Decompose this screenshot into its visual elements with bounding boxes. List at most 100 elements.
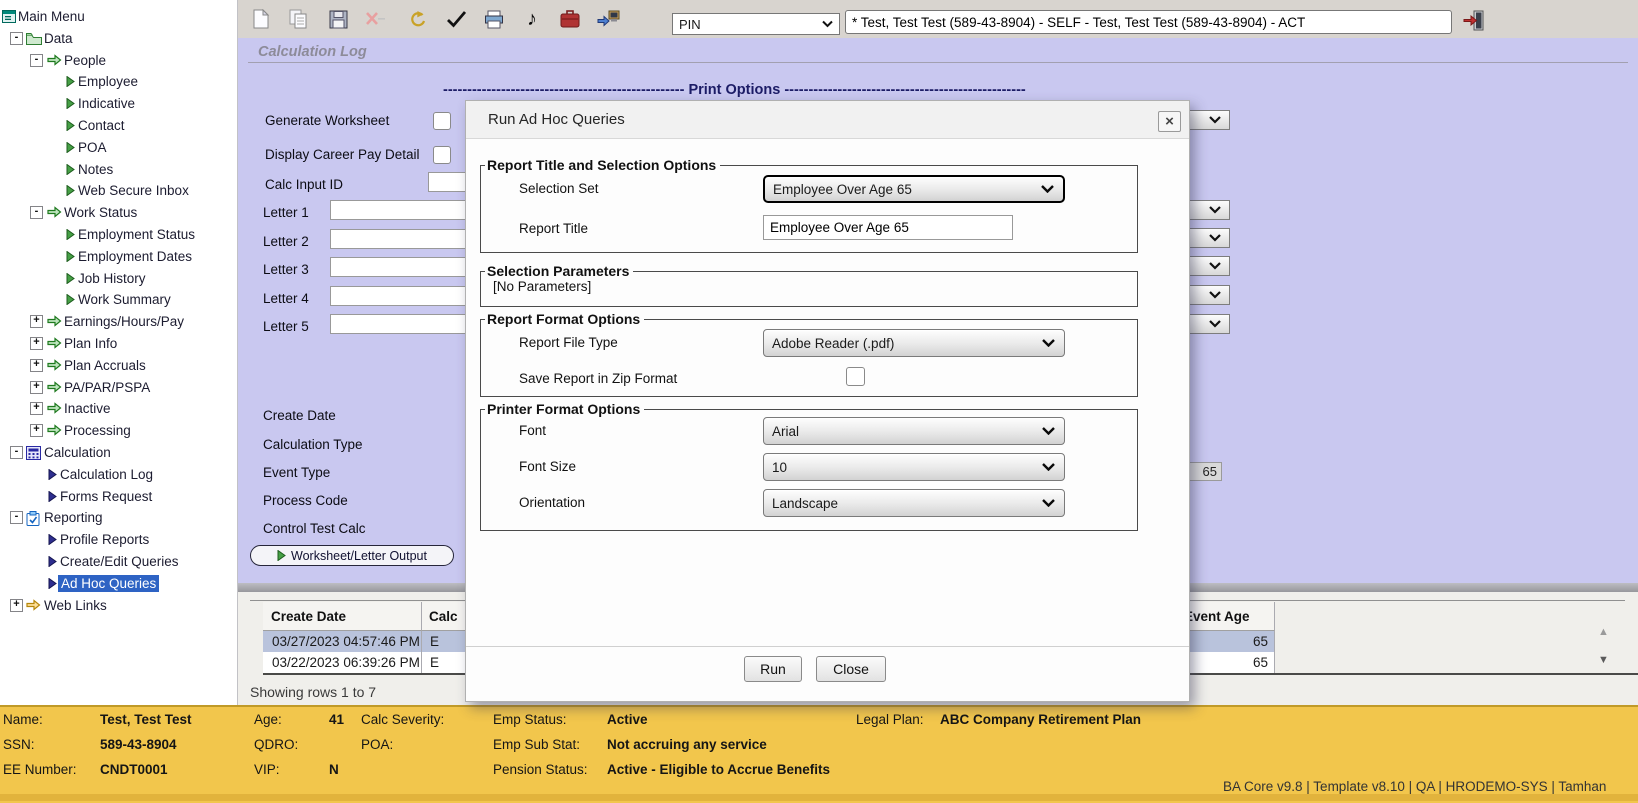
tree-item-employment-dates[interactable]: Employment Dates [0, 248, 237, 267]
expand-toggle[interactable]: + [10, 599, 23, 612]
tree-item-notes[interactable]: Notes [0, 161, 237, 180]
validate-button[interactable] [443, 6, 469, 32]
delete-icon [365, 11, 387, 27]
jump-arrow-icon [47, 359, 62, 374]
collapse-toggle[interactable]: - [10, 511, 23, 524]
tree-item-inactive[interactable]: + Inactive [0, 400, 237, 419]
briefcase-icon [560, 10, 580, 28]
ssn-value: 589-43-8904 [100, 737, 177, 752]
record-type-value: PIN [679, 17, 701, 32]
tree-item-indicative[interactable]: Indicative [0, 95, 237, 114]
letter5-label: Letter 5 [263, 319, 309, 334]
tree-item-create-edit-queries[interactable]: Create/Edit Queries [0, 553, 237, 572]
worksheet-letter-output-button[interactable]: Worksheet/Letter Output [250, 545, 454, 566]
tree-item-work-status[interactable]: - Work Status [0, 204, 237, 223]
tree-item-forms-request[interactable]: Forms Request [0, 488, 237, 507]
expand-toggle[interactable]: + [30, 402, 43, 415]
expand-toggle[interactable]: + [30, 359, 43, 372]
generate-worksheet-label: Generate Worksheet [265, 113, 389, 128]
report-file-type-label: Report File Type [519, 335, 618, 350]
report-title-input[interactable] [763, 215, 1013, 240]
dialog-title: Run Ad Hoc Queries [488, 101, 625, 139]
tree-item-ad-hoc-queries[interactable]: Ad Hoc Queries [0, 575, 237, 594]
sound-button[interactable]: ♪ [519, 6, 545, 32]
tree-item-main-menu[interactable]: Main Menu [0, 8, 237, 27]
dialog-titlebar: Run Ad Hoc Queries [466, 101, 1189, 139]
dialog-close-footer-button[interactable]: Close [816, 656, 886, 682]
chevron-down-icon [1042, 339, 1055, 347]
emp-status-label: Emp Status: [493, 712, 567, 727]
chevron-down-icon [1209, 320, 1221, 328]
age-value: 41 [329, 712, 344, 727]
tree-item-calculation[interactable]: - Calculation [0, 444, 237, 463]
status-row-2: SSN: 589-43-8904 QDRO: POA: Emp Sub Stat… [0, 737, 1638, 753]
tree-item-contact[interactable]: Contact [0, 117, 237, 136]
collapse-toggle[interactable]: - [10, 32, 23, 45]
leaf-arrow-icon [48, 555, 57, 570]
calc-severity-label: Calc Severity: [361, 712, 444, 727]
tree-item-profile-reports[interactable]: Profile Reports [0, 531, 237, 550]
expand-toggle[interactable]: + [30, 381, 43, 394]
chevron-down-icon [1209, 234, 1221, 242]
tree-item-calculation-log[interactable]: Calculation Log [0, 466, 237, 485]
save-zip-checkbox[interactable] [846, 367, 865, 386]
save-zip-label: Save Report in Zip Format [519, 371, 677, 386]
tree-item-job-history[interactable]: Job History [0, 270, 237, 289]
chevron-down-icon [1042, 427, 1055, 435]
music-note-icon: ♪ [527, 9, 537, 29]
tree-item-web-secure-inbox[interactable]: Web Secure Inbox [0, 182, 237, 201]
jump-arrow-icon [47, 54, 62, 69]
leaf-arrow-icon [66, 293, 75, 308]
display-career-pay-checkbox[interactable] [433, 146, 451, 164]
person-search-field[interactable] [845, 10, 1452, 34]
selection-set-select[interactable]: Employee Over Age 65 [763, 175, 1065, 203]
leaf-arrow-icon [48, 490, 57, 505]
expand-toggle[interactable]: + [30, 315, 43, 328]
scroll-down-icon[interactable]: ▼ [1598, 654, 1609, 666]
delete-button[interactable] [363, 6, 389, 32]
tree-item-processing[interactable]: + Processing [0, 422, 237, 441]
tree-item-data[interactable]: - Data [0, 30, 237, 49]
orientation-select[interactable]: Landscape [763, 489, 1065, 517]
copy-button[interactable] [286, 6, 312, 32]
run-process-button[interactable] [595, 6, 621, 32]
grid-header-create-date[interactable]: Create Date [263, 602, 422, 631]
collapse-toggle[interactable]: - [30, 54, 43, 67]
scroll-up-icon[interactable]: ▲ [1598, 626, 1609, 638]
chevron-down-icon [1209, 116, 1221, 124]
vip-value: N [329, 762, 339, 777]
briefcase-button[interactable] [557, 6, 583, 32]
tree-item-plan-info[interactable]: + Plan Info [0, 335, 237, 354]
tree-item-employee[interactable]: Employee [0, 73, 237, 92]
leaf-arrow-icon [48, 577, 57, 592]
tree-item-plan-accruals[interactable]: + Plan Accruals [0, 357, 237, 376]
exit-button[interactable] [1461, 7, 1487, 33]
refresh-button[interactable] [404, 6, 430, 32]
collapse-toggle[interactable]: - [10, 446, 23, 459]
application-window: { "toolbar": { "record_type": "PIN", "pe… [0, 0, 1638, 801]
font-size-select[interactable]: 10 [763, 453, 1065, 481]
collapse-toggle[interactable]: - [30, 206, 43, 219]
expand-toggle[interactable]: + [30, 337, 43, 350]
dialog-close-button[interactable]: × [1158, 111, 1181, 132]
generate-worksheet-checkbox[interactable] [433, 112, 451, 130]
run-button[interactable]: Run [744, 656, 802, 682]
expand-toggle[interactable]: + [30, 424, 43, 437]
tree-item-work-summary[interactable]: Work Summary [0, 291, 237, 310]
tree-item-poa[interactable]: POA [0, 139, 237, 158]
tree-item-reporting[interactable]: - Reporting [0, 509, 237, 528]
tree-item-pa-par-pspa[interactable]: + PA/PAR/PSPA [0, 379, 237, 398]
tree-item-people[interactable]: - People [0, 52, 237, 71]
font-label: Font [519, 423, 546, 438]
tree-item-earnings-hours-pay[interactable]: + Earnings/Hours/Pay [0, 313, 237, 332]
new-record-button[interactable] [248, 6, 274, 32]
tree-item-employment-status[interactable]: Employment Status [0, 226, 237, 245]
calculator-icon [26, 446, 41, 463]
save-button[interactable] [325, 6, 351, 32]
report-file-type-select[interactable]: Adobe Reader (.pdf) [763, 329, 1065, 357]
redo-arrow-icon [408, 10, 426, 28]
print-button[interactable] [481, 6, 507, 32]
font-select[interactable]: Arial [763, 417, 1065, 445]
tree-item-web-links[interactable]: + Web Links [0, 597, 237, 616]
record-type-select[interactable]: PIN [672, 13, 840, 35]
